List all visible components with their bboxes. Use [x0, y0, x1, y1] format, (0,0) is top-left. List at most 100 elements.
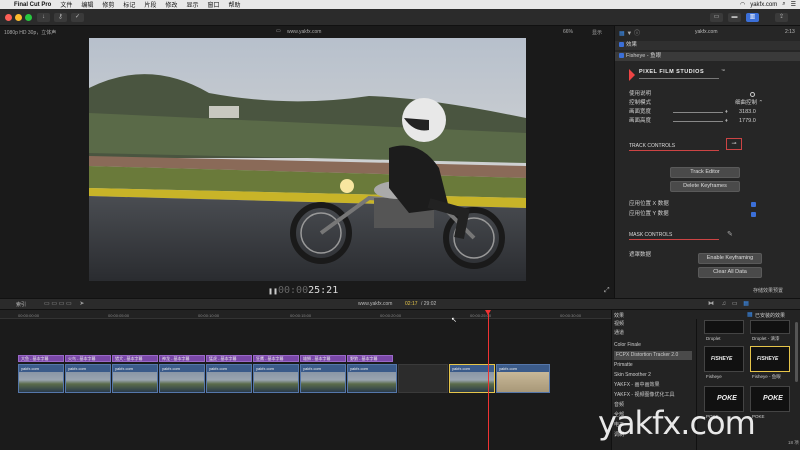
- fullscreen-icon[interactable]: ⤢: [604, 287, 610, 295]
- category-item[interactable]: YAKFX - 画中画效果: [614, 381, 694, 390]
- category-item[interactable]: Skin Smoother 2: [614, 371, 694, 380]
- effect-thumb-poke-cn[interactable]: POKE: [750, 386, 790, 412]
- effect-thumb-fisheye[interactable]: FISHEYE: [704, 346, 744, 372]
- video-frame[interactable]: [89, 38, 526, 281]
- width-slider[interactable]: [673, 112, 723, 113]
- video-clip[interactable]: yakfx.com: [112, 364, 158, 393]
- select-tool-icon[interactable]: ➤: [79, 301, 84, 307]
- title-clip[interactable]: 野狼 - 基本字幕: [347, 355, 393, 362]
- play-button[interactable]: ❚❚: [268, 288, 278, 295]
- height-value[interactable]: 1779.0: [739, 117, 756, 126]
- delete-keyframes-button[interactable]: Delete Keyframes: [670, 181, 740, 192]
- menu-item-window[interactable]: 窗口: [207, 0, 219, 9]
- audio-skimming-icon[interactable]: ⧓: [708, 301, 714, 307]
- headphones-icon[interactable]: ♫: [722, 301, 727, 307]
- timecode-display[interactable]: 00:0025:21: [278, 285, 338, 296]
- category-item[interactable]: Color Finale: [614, 341, 694, 350]
- gap-clip[interactable]: [398, 364, 448, 393]
- height-slider-knob[interactable]: ♦: [725, 117, 728, 126]
- width-value[interactable]: 3183.0: [739, 108, 756, 117]
- wifi-icon[interactable]: ◠: [740, 1, 745, 8]
- menu-item-edit[interactable]: 编辑: [81, 0, 93, 9]
- video-inspector-icon[interactable]: ▦: [619, 31, 625, 37]
- video-clip[interactable]: yakfx.com: [253, 364, 299, 393]
- title-clip[interactable]: 神龙 - 基本字幕: [159, 355, 205, 362]
- title-clip[interactable]: 猎犬 - 基本字幕: [112, 355, 158, 362]
- menu-item-trim[interactable]: 修剪: [102, 0, 114, 9]
- mask-pen-icon[interactable]: ✎: [727, 230, 733, 238]
- menu-item-file[interactable]: 文件: [60, 0, 72, 9]
- info-icon[interactable]: ⓘ: [634, 31, 640, 37]
- title-clip[interactable]: 狂鹰 - 基本字幕: [253, 355, 299, 362]
- effect-header[interactable]: Fisheye - 鱼眼: [615, 52, 800, 61]
- height-slider[interactable]: [673, 121, 723, 122]
- share-button[interactable]: ⇪: [775, 13, 788, 22]
- track-controls-heading: TRACK CONTROLS: [629, 143, 676, 149]
- video-clip[interactable]: yakfx.com: [206, 364, 252, 393]
- zoom-window-button[interactable]: [25, 14, 32, 21]
- inspector-layout-button[interactable]: ▥: [746, 13, 759, 22]
- display-menu[interactable]: 显示: [592, 29, 602, 36]
- width-slider-knob[interactable]: ♦: [725, 108, 728, 117]
- title-clip[interactable]: 雄狮 - 基本字幕: [300, 355, 346, 362]
- apply-y-checkbox[interactable]: [751, 212, 756, 217]
- effects-checkbox[interactable]: [619, 42, 624, 48]
- keyword-button[interactable]: ⚷: [54, 13, 67, 22]
- connect-icon[interactable]: ▭: [44, 301, 50, 307]
- playhead[interactable]: [488, 310, 489, 450]
- category-item[interactable]: 视频: [614, 320, 694, 329]
- menu-item-mark[interactable]: 标记: [123, 0, 135, 9]
- search-icon[interactable]: ⌕: [782, 1, 785, 8]
- import-button[interactable]: ↓: [37, 13, 50, 22]
- clip-appearance-icon[interactable]: ▭: [732, 301, 738, 307]
- menu-user[interactable]: yakfx.com: [750, 2, 777, 8]
- video-clip[interactable]: yakfx.com: [347, 364, 397, 393]
- track-editor-button[interactable]: Track Editor: [670, 167, 740, 178]
- category-item[interactable]: 通道: [614, 329, 694, 338]
- list-icon[interactable]: ☰: [791, 1, 796, 8]
- category-item[interactable]: Primatte: [614, 361, 694, 370]
- menu-app-name[interactable]: Final Cut Pro: [14, 2, 51, 8]
- effects-browser-icon[interactable]: ▦: [743, 301, 749, 307]
- fisheye-checkbox[interactable]: [619, 53, 624, 59]
- append-icon[interactable]: ▭: [59, 301, 65, 307]
- effects-scrollbar[interactable]: [795, 322, 798, 382]
- effects-section[interactable]: 效果: [615, 41, 800, 50]
- help-toggle[interactable]: [750, 92, 755, 97]
- video-clip[interactable]: yakfx.com: [300, 364, 346, 393]
- control-mode-select[interactable]: 细曲控制 ⌃: [735, 99, 763, 108]
- category-item-selected[interactable]: FCPX Distortion Tracker 2.0: [614, 351, 692, 360]
- title-clip[interactable]: 猛虎 - 基本字幕: [206, 355, 252, 362]
- effect-thumb-droplet[interactable]: [704, 320, 744, 334]
- effect-thumb-droplet-cn[interactable]: [750, 320, 790, 334]
- menu-item-clip[interactable]: 片段: [144, 0, 156, 9]
- video-clip[interactable]: yakfx.com: [65, 364, 111, 393]
- title-clip[interactable]: 火鸟 - 基本字幕: [65, 355, 111, 362]
- video-clip[interactable]: yakfx.com: [18, 364, 64, 393]
- category-item[interactable]: YAKFX - 视频图像优化工具: [614, 391, 694, 400]
- menu-item-modify[interactable]: 修改: [165, 0, 177, 9]
- insert-icon[interactable]: ▭: [51, 301, 57, 307]
- clear-all-data-button[interactable]: Clear All Data: [698, 267, 762, 278]
- index-button[interactable]: 索引: [16, 301, 26, 308]
- menu-item-view[interactable]: 显示: [186, 0, 198, 9]
- timeline[interactable]: 00:00:00:00 00:00:05:00 00:00:10:00 00:0…: [0, 310, 611, 450]
- video-clip[interactable]: yakfx.com: [159, 364, 205, 393]
- apply-x-checkbox[interactable]: [751, 202, 756, 207]
- browser-layout-button[interactable]: ▭: [710, 13, 723, 22]
- timeline-layout-button[interactable]: ▬: [728, 13, 741, 22]
- overwrite-icon[interactable]: ▭: [66, 301, 72, 307]
- effect-thumb-fisheye-cn-selected[interactable]: FISHEYE: [750, 346, 790, 372]
- filter-icon[interactable]: ▼: [626, 31, 632, 37]
- background-tasks-button[interactable]: ✓: [71, 13, 84, 22]
- close-window-button[interactable]: [5, 14, 12, 21]
- playhead-marker[interactable]: [485, 310, 491, 315]
- save-preset-button[interactable]: 存储效果预置: [753, 287, 783, 294]
- minimize-window-button[interactable]: [15, 14, 22, 21]
- track-target-button[interactable]: ⊸: [726, 138, 742, 150]
- video-clip[interactable]: yakfx.com: [496, 364, 550, 393]
- zoom-menu[interactable]: 66%: [563, 29, 573, 35]
- title-clip[interactable]: 大鱼 - 基本字幕: [18, 355, 64, 362]
- menu-item-help[interactable]: 帮助: [228, 0, 240, 9]
- enable-keyframing-button[interactable]: Enable Keyframing: [698, 253, 762, 264]
